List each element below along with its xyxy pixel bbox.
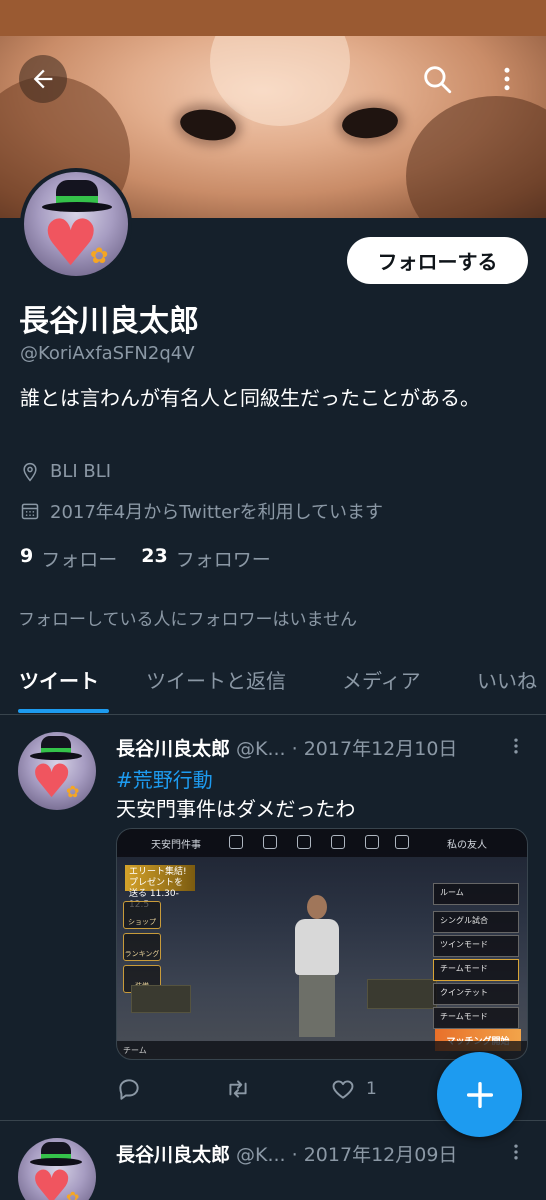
- following-count: 9: [20, 545, 34, 567]
- tab-tweets-and-replies[interactable]: ツイートと返信: [146, 665, 286, 694]
- joined-text: 2017年4月からTwitterを利用しています: [50, 502, 384, 523]
- profile-stats: 9 フォロー 23 フォロワー: [20, 545, 295, 572]
- game-menu-item: ツインモード: [433, 935, 519, 957]
- more-vertical-icon: [514, 1144, 518, 1160]
- back-button[interactable]: [19, 55, 67, 103]
- game-menu-item: シングル試合: [433, 911, 519, 933]
- followers-you-know-note: フォローしている人にフォロワーはいません: [18, 610, 357, 630]
- tweet-meta: @K... · 2017年12月09日: [236, 1144, 458, 1166]
- game-side-item: ランキング: [123, 933, 161, 961]
- following-stat[interactable]: 9 フォロー: [20, 545, 117, 572]
- tweet-avatar[interactable]: ♥ ✿: [18, 1138, 96, 1200]
- followers-label: フォロワー: [175, 549, 271, 571]
- user-handle: @KoriAxfaSFN2q4V: [20, 343, 195, 364]
- profile-joined: 2017年4月からTwitterを利用しています: [20, 498, 383, 524]
- tweet-more-button[interactable]: [506, 736, 526, 760]
- game-friends-label: 私の友人: [447, 840, 487, 851]
- calendar-icon: [21, 503, 39, 520]
- map-pin-icon: [23, 462, 37, 481]
- followers-stat[interactable]: 23 フォロワー: [141, 545, 270, 572]
- tweet-header: 長谷川良太郎 @K... · 2017年12月10日: [116, 734, 457, 761]
- game-side-item: ショップ: [123, 901, 161, 929]
- like-button[interactable]: 1: [330, 1076, 377, 1102]
- game-menu-item: ルーム: [433, 883, 519, 905]
- follow-button[interactable]: フォローする: [347, 237, 528, 284]
- reply-button[interactable]: [116, 1076, 152, 1102]
- tab-media[interactable]: メディア: [342, 665, 421, 694]
- arrow-left-icon: [33, 69, 53, 89]
- reply-icon: [119, 1079, 139, 1100]
- tweet-media-image[interactable]: 天安門件事 私の友人 エリート集結! プレゼントを送る 11.30-12.5 シ…: [116, 828, 528, 1060]
- tweet-text: 天安門事件はダメだったわ: [116, 797, 356, 821]
- like-count: 1: [366, 1079, 377, 1099]
- more-vertical-icon: [514, 738, 518, 754]
- compose-tweet-button[interactable]: [437, 1052, 522, 1137]
- retweet-icon: [229, 1080, 247, 1098]
- following-label: フォロー: [41, 549, 118, 571]
- tweet-avatar[interactable]: ♥ ✿: [18, 732, 96, 810]
- active-tab-indicator: [18, 709, 109, 713]
- plus-icon: [466, 1081, 493, 1108]
- game-menu-item: チームモード: [433, 1007, 519, 1029]
- tweet-author-name[interactable]: 長谷川良太郎: [116, 1140, 230, 1167]
- tweet-hashtag[interactable]: #荒野行動: [116, 764, 213, 793]
- profile-tabs: ツイート ツイートと返信 メディア いいね: [0, 655, 546, 715]
- profile-bio: 誰とは言わんが有名人と同級生だったことがある。: [20, 386, 480, 410]
- profile-location: BLI BLI: [20, 461, 111, 482]
- display-name: 長谷川良太郎: [19, 304, 199, 339]
- game-title: 天安門件事: [151, 840, 201, 851]
- search-button[interactable]: [413, 55, 461, 103]
- profile-avatar[interactable]: ♥ ✿: [20, 168, 132, 280]
- status-bar: [0, 0, 546, 36]
- tab-likes[interactable]: いいね: [477, 665, 537, 694]
- tab-tweets[interactable]: ツイート: [19, 665, 99, 694]
- search-icon: [424, 66, 452, 94]
- tweet-header: 長谷川良太郎 @K... · 2017年12月09日: [116, 1140, 457, 1167]
- tweet-more-button[interactable]: [506, 1142, 526, 1166]
- followers-count: 23: [141, 545, 168, 567]
- more-vertical-icon: [504, 67, 510, 91]
- more-options-button[interactable]: [483, 55, 531, 103]
- tweet-author-name[interactable]: 長谷川良太郎: [116, 734, 230, 761]
- retweet-button[interactable]: [224, 1076, 262, 1102]
- game-top-bar: 天安門件事 私の友人: [117, 829, 527, 857]
- game-menu-item: チームモード: [433, 959, 519, 981]
- heart-icon: [332, 1080, 354, 1099]
- location-text: BLI BLI: [50, 461, 112, 482]
- game-event-banner: エリート集結! プレゼントを送る 11.30-12.5: [125, 865, 195, 910]
- tweet-meta: @K... · 2017年12月10日: [236, 738, 458, 760]
- game-menu-item: クインテット: [433, 983, 519, 1005]
